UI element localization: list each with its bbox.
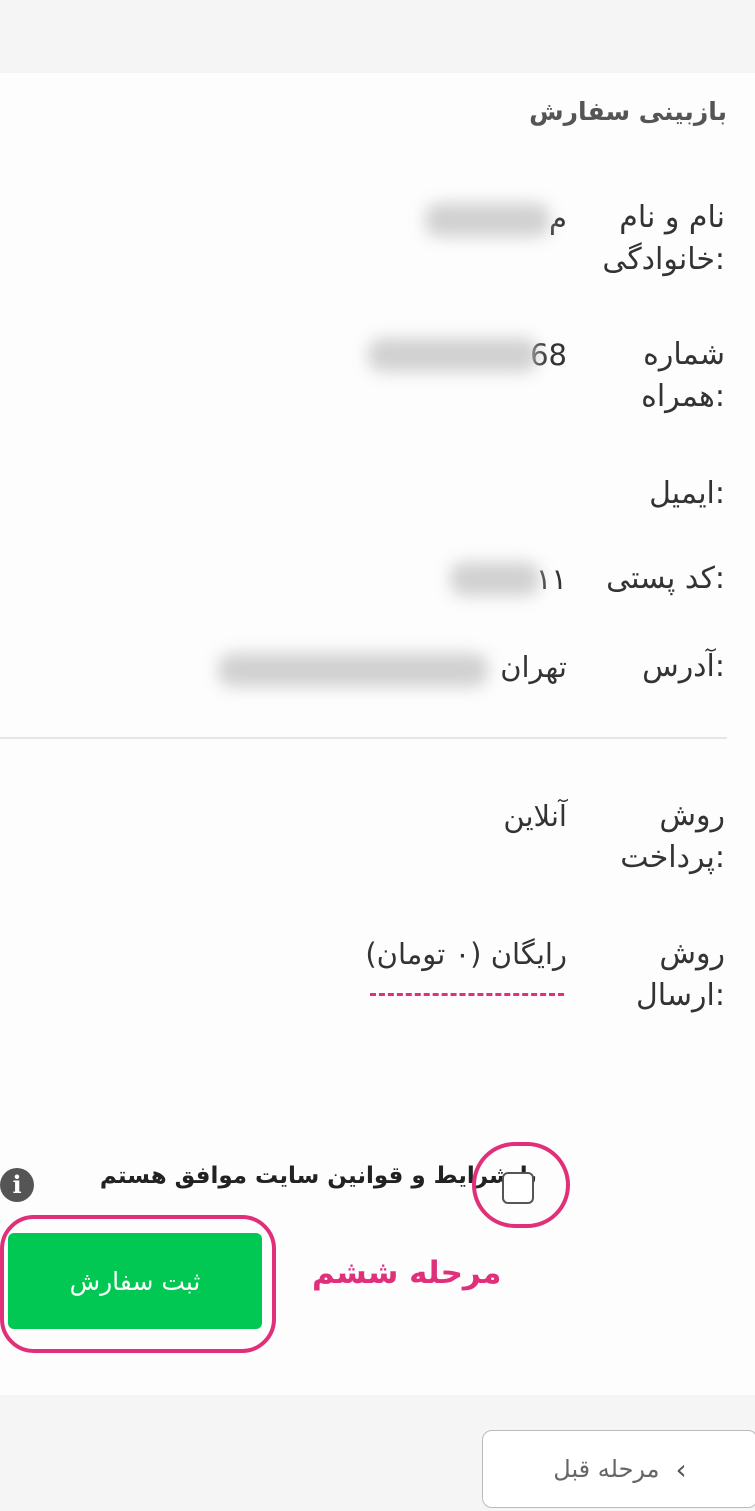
chevron-right-icon: ›	[675, 1452, 687, 1486]
payment-label: روش پرداخت:	[620, 798, 725, 875]
section-divider	[0, 737, 727, 739]
previous-step-label: مرحله قبل	[553, 1455, 660, 1483]
order-review-card: بازبینی سفارش نام و نام خانوادگی: م شمار…	[0, 73, 755, 1395]
shipping-label: روش ارسال:	[635, 936, 725, 1013]
email-label: ایمیل:	[649, 476, 725, 511]
previous-step-button[interactable]: › مرحله قبل	[482, 1430, 755, 1508]
annotation-step-label: مرحله ششم	[312, 1255, 502, 1291]
name-label: نام و نام خانوادگی:	[602, 200, 725, 277]
address-redacted	[218, 653, 488, 687]
address-value: تهران	[500, 650, 567, 684]
info-icon[interactable]: i	[0, 1168, 34, 1202]
shipping-value: رایگان (۰ تومان)	[365, 937, 567, 971]
annotation-rect	[0, 1215, 276, 1353]
address-label: آدرس:	[642, 649, 725, 684]
shipping-annotation-underline	[370, 993, 564, 996]
page-title: بازبینی سفارش	[529, 97, 727, 126]
top-strip	[0, 0, 755, 73]
phone-label: شماره همراه:	[641, 337, 725, 414]
name-value: م	[549, 201, 567, 235]
name-redacted	[425, 203, 550, 237]
postal-label: کد پستی:	[606, 561, 725, 596]
postal-value: ۱۱	[535, 562, 567, 596]
phone-redacted	[368, 338, 538, 372]
annotation-circle	[472, 1142, 570, 1228]
postal-redacted	[450, 562, 540, 596]
payment-value: آنلاین	[503, 799, 567, 833]
